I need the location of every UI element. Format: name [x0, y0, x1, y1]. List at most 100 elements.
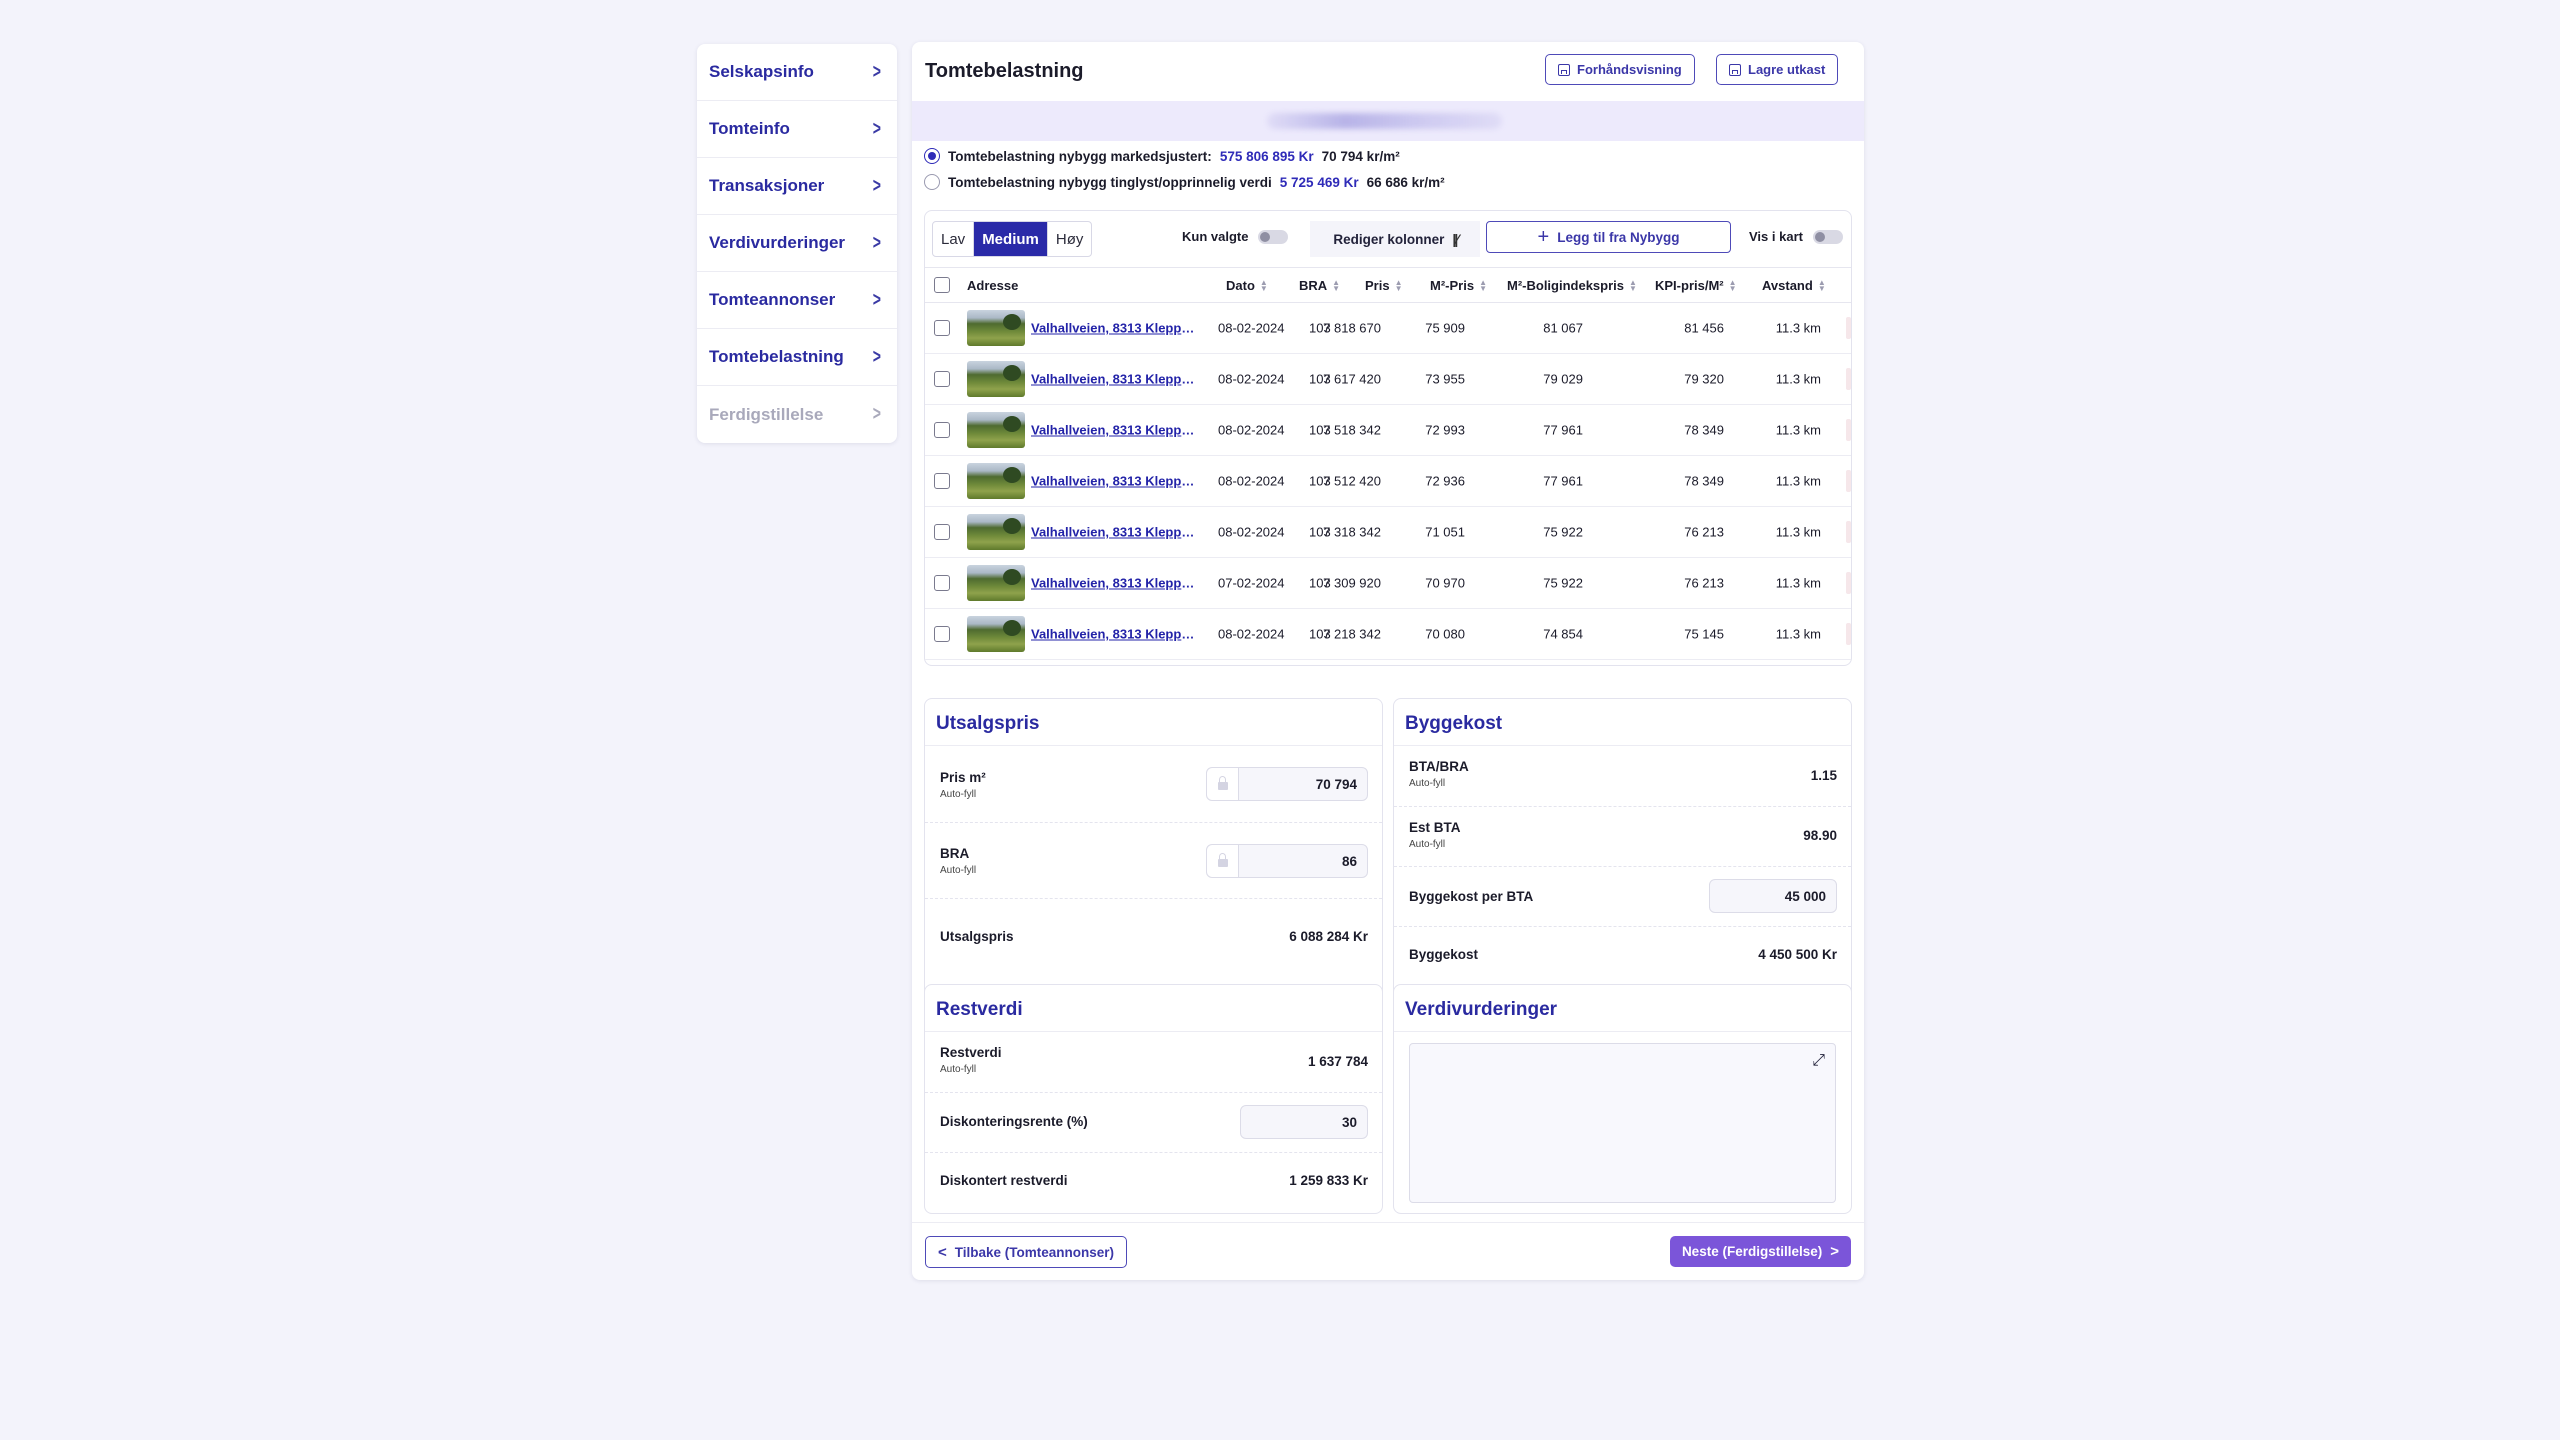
- column-header-bra[interactable]: BRA ▲ ▼: [1299, 278, 1340, 293]
- address-link[interactable]: Valhallveien, 8313 Kleppst…: [1031, 372, 1197, 387]
- field-restverdi: Restverdi Auto-fyll 1 637 784: [925, 1032, 1382, 1092]
- radio-market-adjusted[interactable]: [924, 148, 940, 164]
- sidebar-item-tomteannonser[interactable]: Tomteannonser >: [697, 272, 897, 329]
- property-thumbnail: [967, 565, 1025, 601]
- column-header-kpi-price[interactable]: KPI-pris/M² ▲ ▼: [1655, 278, 1737, 293]
- row-checkbox[interactable]: [934, 524, 950, 540]
- row-checkbox[interactable]: [934, 575, 950, 591]
- cell-kpi-price: 76 213: [1684, 575, 1724, 591]
- row-action-stub: [1846, 368, 1851, 390]
- cell-index-price: 75 922: [1543, 575, 1583, 591]
- only-selected-toggle[interactable]: [1258, 229, 1289, 244]
- address-link[interactable]: Valhallveien, 8313 Kleppst…: [1031, 525, 1197, 540]
- sort-icon: ▲ ▼: [1817, 277, 1826, 293]
- segment-lav[interactable]: Lav: [933, 222, 973, 256]
- sidebar-item-transaksjoner[interactable]: Transaksjoner >: [697, 158, 897, 215]
- cell-distance: 11.3 km: [1775, 422, 1821, 438]
- select-all-checkbox[interactable]: [934, 277, 950, 293]
- plus-icon: +: [1537, 226, 1550, 248]
- edit-columns-button[interactable]: Rediger kolonner ||⁄: [1310, 221, 1480, 257]
- field-label: Pris m²: [940, 770, 986, 785]
- option-registered-value[interactable]: Tomtebelastning nybygg tinglyst/opprinne…: [924, 174, 1445, 190]
- cell-price: 7 318 342: [1323, 524, 1381, 540]
- address-link[interactable]: Valhallveien, 8313 Kleppst…: [1031, 423, 1197, 438]
- option-per-m2: 66 686 kr/m²: [1366, 174, 1445, 190]
- expand-icon[interactable]: ⤢: [1812, 1052, 1825, 1070]
- sidebar-item-tomteinfo[interactable]: Tomteinfo >: [697, 101, 897, 158]
- table-row: Valhallveien, 8313 Kleppst… 08-02-2024 1…: [925, 303, 1851, 354]
- segment-medium[interactable]: Medium: [973, 222, 1047, 256]
- sidebar-item-selskapsinfo[interactable]: Selskapsinfo >: [697, 44, 897, 101]
- field-cost-per-bta: Byggekost per BTA 45 000: [1394, 866, 1851, 926]
- field-discounted-restverdi: Diskontert restverdi 1 259 833 Kr: [925, 1152, 1382, 1212]
- chevron-right-icon: >: [873, 403, 882, 425]
- cost-per-bta-input[interactable]: 45 000: [1709, 879, 1837, 913]
- field-byggekost: Byggekost 4 450 500 Kr: [1394, 926, 1851, 986]
- sidebar-item-label: Transaksjoner: [709, 176, 825, 195]
- property-thumbnail: [967, 361, 1025, 397]
- column-header-price[interactable]: Pris ▲ ▼: [1365, 278, 1403, 293]
- sidebar-item-tomtebelastning[interactable]: Tomtebelastning >: [697, 329, 897, 386]
- input-value: 30: [1341, 1114, 1357, 1130]
- card-title: Restverdi: [936, 999, 1023, 1020]
- next-button[interactable]: Neste (Ferdigstillelse) >: [1669, 1236, 1851, 1267]
- table-row: Valhallveien, 8313 Kleppst… 08-02-2024 1…: [925, 405, 1851, 456]
- row-checkbox[interactable]: [934, 626, 950, 642]
- preview-button[interactable]: Forhåndsvisning: [1545, 54, 1695, 85]
- price-m2-input[interactable]: 70 794: [1206, 767, 1368, 801]
- chevron-left-icon: <: [938, 1243, 947, 1261]
- field-sublabel: Auto-fyll: [1409, 778, 1446, 789]
- input-value: 86: [1341, 853, 1357, 869]
- radio-registered-value[interactable]: [924, 174, 940, 190]
- address-link[interactable]: Valhallveien, 8313 Kleppst…: [1031, 627, 1197, 642]
- row-action-stub: [1846, 623, 1851, 645]
- bra-input[interactable]: 86: [1206, 844, 1368, 878]
- map-area[interactable]: ⤢: [1409, 1043, 1836, 1203]
- lock-icon[interactable]: [1207, 768, 1239, 800]
- chevron-right-icon: >: [873, 60, 882, 83]
- address-link[interactable]: Valhallveien, 8313 Kleppst…: [1031, 321, 1197, 336]
- row-checkbox[interactable]: [934, 473, 950, 489]
- add-from-nybygg-button[interactable]: + Legg til fra Nybygg: [1486, 221, 1731, 253]
- lock-icon[interactable]: [1207, 845, 1239, 877]
- show-on-map-toggle[interactable]: [1812, 229, 1843, 244]
- field-discount-rate: Diskonteringsrente (%) 30: [925, 1092, 1382, 1152]
- row-action-stub: [1846, 470, 1851, 492]
- field-label: Utsalgspris: [940, 929, 1014, 944]
- cell-price: 7 617 420: [1323, 371, 1381, 387]
- column-header-date[interactable]: Dato ▲ ▼: [1226, 278, 1268, 293]
- column-header-label: M²-Pris: [1430, 278, 1475, 293]
- row-action-stub: [1846, 521, 1851, 543]
- field-sublabel: Auto-fyll: [940, 1064, 977, 1075]
- cell-date: 08-02-2024: [1218, 626, 1285, 642]
- address-link[interactable]: Valhallveien, 8313 Kleppst…: [1031, 576, 1197, 591]
- document-icon: [1558, 63, 1570, 76]
- segment-hoy[interactable]: Høy: [1046, 222, 1091, 256]
- row-checkbox[interactable]: [934, 371, 950, 387]
- column-header-address[interactable]: Adresse: [967, 278, 1018, 293]
- sidebar-item-label: Ferdigstillelse: [709, 404, 824, 424]
- row-checkbox[interactable]: [934, 320, 950, 336]
- restverdi-card: Restverdi Restverdi Auto-fyll 1 637 784 …: [924, 984, 1383, 1214]
- address-link[interactable]: Valhallveien, 8313 Kleppst…: [1031, 474, 1197, 489]
- save-draft-button-label: Lagre utkast: [1748, 62, 1826, 77]
- sort-icon: ▲ ▼: [1728, 277, 1737, 293]
- row-action-stub: [1846, 317, 1851, 339]
- sidebar-item-verdivurderinger[interactable]: Verdivurderinger >: [697, 215, 897, 272]
- row-checkbox[interactable]: [934, 422, 950, 438]
- field-label: Est BTA: [1409, 820, 1461, 835]
- table-row: Valhallveien, 8313 Kleppst… 08-02-2024 1…: [925, 456, 1851, 507]
- column-header-distance[interactable]: Avstand ▲ ▼: [1762, 278, 1826, 293]
- back-button[interactable]: < Tilbake (Tomteannonser): [925, 1236, 1128, 1268]
- column-header-index-price[interactable]: M²-Boligindekspris ▲ ▼: [1507, 278, 1637, 293]
- row-action-stub: [1846, 419, 1851, 441]
- discount-rate-input[interactable]: 30: [1240, 1105, 1368, 1139]
- column-header-m2-price[interactable]: M²-Pris ▲ ▼: [1430, 278, 1487, 293]
- cell-kpi-price: 78 349: [1684, 473, 1724, 489]
- option-label: Tomtebelastning nybygg tinglyst/opprinne…: [948, 174, 1272, 190]
- only-selected-label: Kun valgte: [1182, 229, 1249, 244]
- option-market-adjusted[interactable]: Tomtebelastning nybygg markedsjustert: 5…: [924, 148, 1400, 164]
- verdivurderinger-card: Verdivurderinger ⤢: [1393, 984, 1852, 1214]
- cell-price: 7 518 342: [1323, 422, 1381, 438]
- save-draft-button[interactable]: Lagre utkast: [1716, 54, 1839, 85]
